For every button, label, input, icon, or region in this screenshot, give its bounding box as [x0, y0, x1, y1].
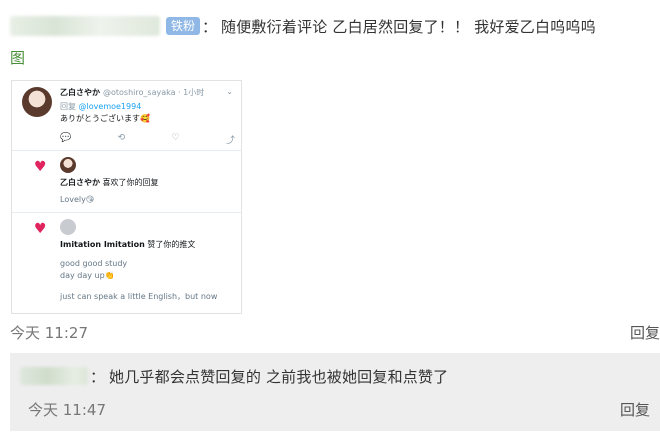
- tweet-card: 乙白さやか @otoshiro_sayaka · 1小时 ⌄ 回复 @lovemo…: [12, 81, 241, 151]
- sub-reply-line: ： 她几乎都会点赞回复的 之前我也被她回复和点赞了: [20, 365, 448, 387]
- notification-text: day day up👏: [60, 271, 115, 280]
- fan-badge[interactable]: 铁粉: [166, 17, 201, 35]
- sub-reply-timestamp: 今天 11:47: [28, 401, 106, 419]
- view-image-link[interactable]: 图: [10, 47, 25, 68]
- heart-icon: ♥: [34, 221, 47, 237]
- tweet-author: 乙白さやか @otoshiro_sayaka · 1小时: [60, 87, 204, 98]
- sub-reply-colon: ：: [90, 367, 106, 386]
- reply-mention: @lovemoe1994: [78, 102, 142, 111]
- comment-text: 随便敷衍着评论 乙白居然回复了！！ 我好爱乙白呜呜呜: [221, 17, 596, 36]
- tweet-message: ありがとうございます🥰: [60, 114, 150, 123]
- retweet-icon: ⟲: [117, 133, 126, 143]
- blurred-username[interactable]: [10, 16, 160, 36]
- comment-colon: ：: [202, 17, 218, 36]
- comment-meta: 今天 11:27 回复: [0, 320, 660, 344]
- avatar: [60, 157, 76, 173]
- reply-button[interactable]: 回复: [630, 322, 660, 343]
- share-icon: ⤴: [225, 136, 235, 146]
- tweet-reply-to: 回复 @lovemoe1994: [60, 101, 141, 112]
- tweet-handle: @otoshiro_sayaka · 1小时: [103, 88, 205, 97]
- notification-text: Lovely😘: [60, 195, 95, 204]
- comment-item: 铁粉 ： 随便敷衍着评论 乙白居然回复了！！ 我好爱乙白呜呜呜 图 乙白さやか @…: [0, 0, 660, 352]
- notification-like-reply: ♥ 乙白さやか 喜欢了你的回复 Lovely😘: [12, 151, 241, 213]
- blurred-username[interactable]: [20, 367, 88, 385]
- reply-prefix: 回复: [60, 102, 76, 111]
- chevron-down-icon: ⌄: [226, 87, 233, 96]
- tweet-author-name: 乙白さやか: [60, 88, 100, 97]
- notification-action: 赞了你的推文: [144, 240, 196, 249]
- comment-icon: 💬: [60, 133, 72, 143]
- avatar: [60, 219, 76, 235]
- tweet-actions: 💬 ⟲ ♡ ⤴: [60, 133, 235, 146]
- notification-user: Imitation Imitation: [60, 240, 145, 249]
- sub-reply-button[interactable]: 回复: [620, 399, 650, 420]
- heart-icon: ♥: [34, 159, 47, 175]
- sub-reply-text: 她几乎都会点赞回复的 之前我也被她回复和点赞了: [109, 367, 449, 386]
- avatar: [22, 87, 52, 117]
- notification-title: 乙白さやか 喜欢了你的回复: [60, 177, 159, 188]
- notification-text: just can speak a little English，but now: [60, 292, 218, 301]
- heart-icon: ♡: [171, 133, 180, 143]
- notification-user: 乙白さやか: [60, 178, 100, 187]
- notification-like-tweet: ♥ Imitation Imitation 赞了你的推文 good good s…: [12, 213, 241, 313]
- comment-header: 铁粉 ： 随便敷衍着评论 乙白居然回复了！！ 我好爱乙白呜呜呜: [10, 14, 596, 38]
- notification-title: Imitation Imitation 赞了你的推文: [60, 239, 195, 250]
- attached-screenshot-thumbnail[interactable]: 乙白さやか @otoshiro_sayaka · 1小时 ⌄ 回复 @lovemo…: [11, 80, 242, 314]
- notification-text: good good study: [60, 259, 128, 268]
- sub-reply-box: ： 她几乎都会点赞回复的 之前我也被她回复和点赞了 今天 11:47 回复: [10, 353, 660, 431]
- comment-timestamp: 今天 11:27: [10, 324, 88, 342]
- notification-action: 喜欢了你的回复: [100, 178, 159, 187]
